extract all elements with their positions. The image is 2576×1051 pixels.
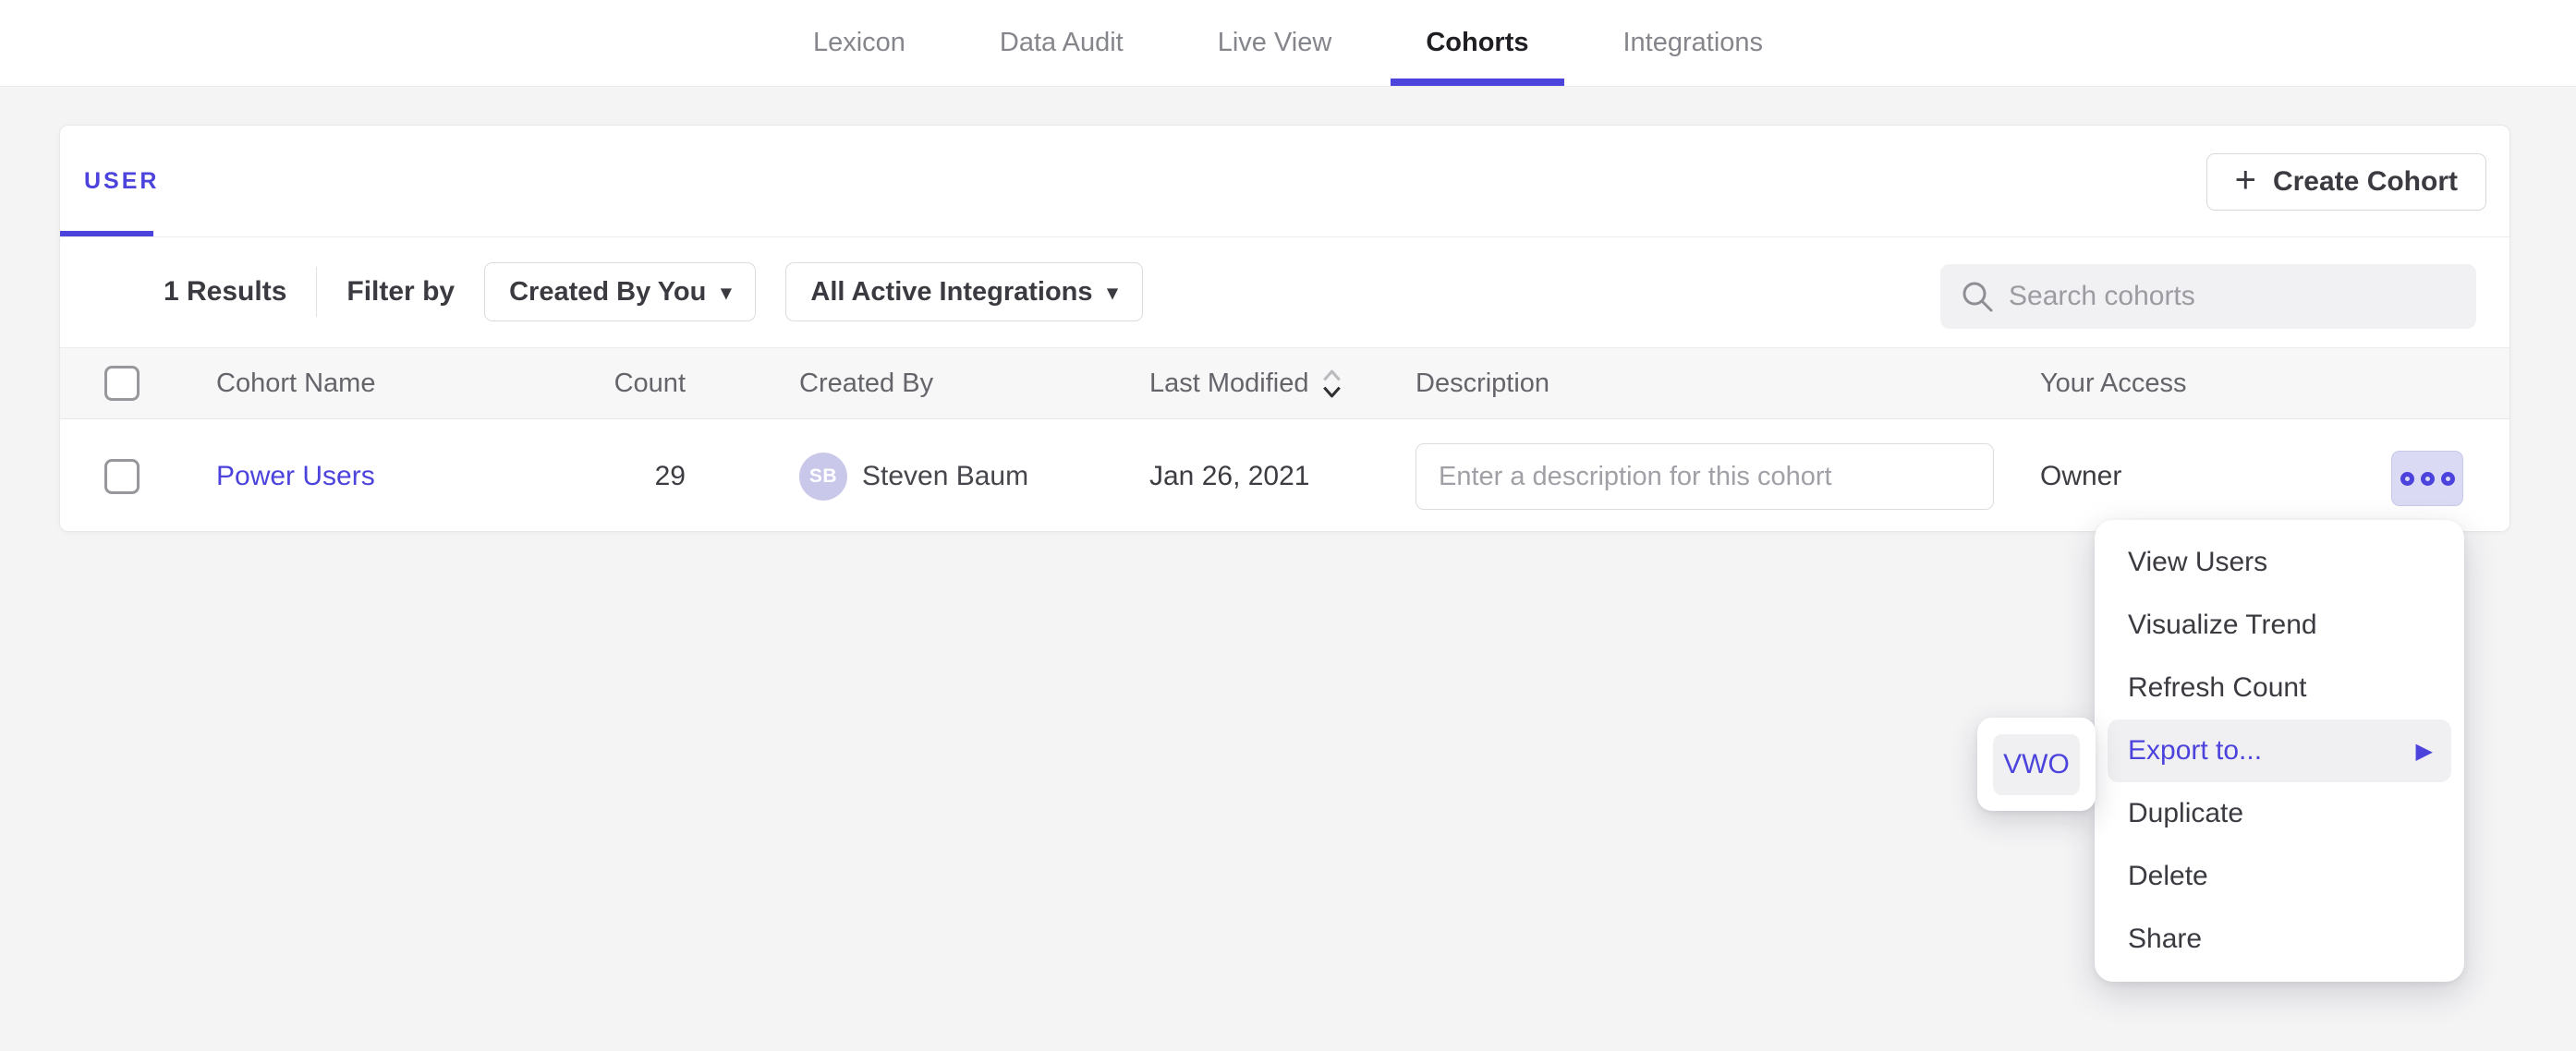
menu-item-visualize-trend[interactable]: Visualize Trend: [2095, 594, 2464, 657]
top-nav: Lexicon Data Audit Live View Cohorts Int…: [0, 0, 2576, 87]
table-header: Cohort Name Count Created By Last Modifi…: [60, 347, 2509, 419]
description-input[interactable]: [1416, 443, 1994, 510]
integrations-dropdown[interactable]: All Active Integrations ▾: [785, 262, 1142, 321]
search-icon: [1961, 280, 1994, 313]
header-your-access: Your Access: [2040, 348, 2187, 418]
tab-user[interactable]: USER: [84, 126, 159, 236]
row-actions-button[interactable]: [2391, 451, 2463, 506]
nav-tab-lexicon[interactable]: Lexicon: [778, 0, 941, 86]
more-icon: [2400, 472, 2414, 486]
create-cohort-label: Create Cohort: [2273, 166, 2458, 198]
chevron-down-icon: ▾: [1108, 281, 1118, 305]
submenu-item-vwo[interactable]: VWO: [1993, 734, 2080, 795]
search-input[interactable]: [2009, 281, 2456, 312]
search-box: [1940, 264, 2476, 329]
submenu-arrow-icon: ▶: [2416, 738, 2433, 765]
sort-icon[interactable]: [1320, 367, 1343, 401]
menu-item-refresh-count[interactable]: Refresh Count: [2095, 657, 2464, 719]
nav-tab-data-audit[interactable]: Data Audit: [965, 0, 1159, 86]
row-actions-menu: View Users Visualize Trend Refresh Count…: [2095, 520, 2464, 982]
plus-icon: +: [2235, 162, 2256, 199]
cohorts-card: USER + Create Cohort 1 Results Filter by…: [59, 125, 2510, 532]
menu-item-export-to-label: Export to...: [2128, 735, 2262, 767]
cohorts-page: Lexicon Data Audit Live View Cohorts Int…: [0, 0, 2576, 1051]
more-icon: [2441, 472, 2455, 486]
header-created-by: Created By: [799, 348, 933, 418]
header-last-modified-label: Last Modified: [1149, 368, 1309, 399]
header-count: Count: [504, 348, 686, 418]
header-last-modified[interactable]: Last Modified: [1149, 348, 1343, 418]
menu-item-duplicate[interactable]: Duplicate: [2095, 782, 2464, 845]
access-cell: Owner: [2040, 420, 2121, 532]
last-modified-cell: Jan 26, 2021: [1149, 420, 1309, 532]
created-by-dropdown-value: Created By You: [509, 277, 706, 308]
integrations-dropdown-value: All Active Integrations: [810, 277, 1092, 308]
created-by-cell: SB Steven Baum: [799, 420, 1028, 532]
created-by-dropdown[interactable]: Created By You ▾: [484, 262, 756, 321]
more-icon: [2421, 472, 2435, 486]
divider: [316, 267, 317, 317]
header-cohort-name: Cohort Name: [216, 348, 375, 418]
menu-item-share[interactable]: Share: [2095, 908, 2464, 971]
row-checkbox[interactable]: [104, 459, 140, 494]
avatar: SB: [799, 453, 847, 501]
table-row: Power Users 29 SB Steven Baum Jan 26, 20…: [60, 420, 2509, 532]
chevron-down-icon: ▾: [721, 281, 731, 305]
menu-item-view-users[interactable]: View Users: [2095, 531, 2464, 594]
export-submenu: VWO: [1977, 718, 2096, 811]
nav-tab-cohorts[interactable]: Cohorts: [1391, 0, 1563, 86]
cohort-count: 29: [504, 420, 686, 532]
nav-tabs: Lexicon Data Audit Live View Cohorts Int…: [778, 0, 1798, 86]
nav-tab-live-view[interactable]: Live View: [1183, 0, 1367, 86]
filter-by-label: Filter by: [346, 276, 455, 308]
create-cohort-button[interactable]: + Create Cohort: [2206, 153, 2486, 211]
creator-name: Steven Baum: [862, 461, 1028, 492]
cohort-name-link[interactable]: Power Users: [216, 461, 375, 492]
header-description: Description: [1416, 348, 1549, 418]
nav-tab-integrations[interactable]: Integrations: [1588, 0, 1799, 86]
results-count: 1 Results: [164, 276, 286, 308]
menu-item-delete[interactable]: Delete: [2095, 845, 2464, 908]
menu-item-export-to[interactable]: Export to... ▶: [2108, 719, 2451, 782]
select-all-checkbox[interactable]: [104, 366, 140, 401]
